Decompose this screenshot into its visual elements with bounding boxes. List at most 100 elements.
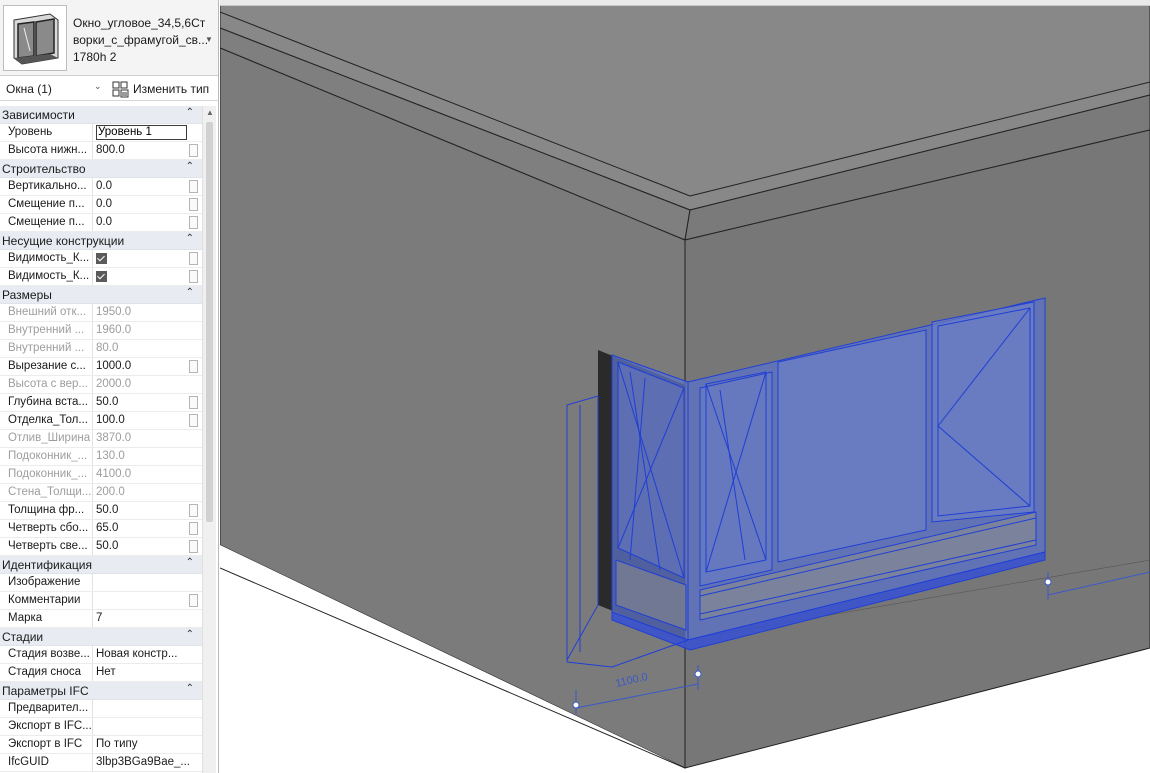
category-filter-dropdown[interactable]: Окна (1) [2, 79, 106, 99]
property-value-text: 80.0 [96, 342, 119, 354]
property-value[interactable]: Новая констр... [93, 646, 202, 663]
property-checkbox[interactable] [96, 271, 107, 282]
property-value[interactable]: 7 [93, 610, 202, 627]
associate-parameter-button[interactable] [189, 360, 198, 373]
property-value: 200.0 [93, 484, 202, 501]
property-row[interactable]: Четверть све... 50.0 [0, 538, 202, 556]
property-row[interactable]: Вертикально... 0.0 [0, 178, 202, 196]
type-dropdown-icon[interactable]: ▼ [205, 35, 213, 44]
property-value: 4100.0 [93, 466, 202, 483]
property-value[interactable]: 65.0 [93, 520, 202, 537]
property-value[interactable] [93, 718, 202, 735]
3d-viewport[interactable]: 1100.0 [220, 0, 1150, 773]
property-group-header[interactable]: Несущие конструкции ⌃ [0, 232, 202, 250]
property-row[interactable]: Внешний отк... 1950.0 [0, 304, 202, 322]
property-row[interactable]: Предварител... [0, 700, 202, 718]
property-row[interactable]: Комментарии [0, 592, 202, 610]
property-row[interactable]: Четверть сбо... 65.0 [0, 520, 202, 538]
property-value[interactable] [93, 250, 202, 267]
property-row[interactable]: Стадия возве... Новая констр... [0, 646, 202, 664]
scrollbar-thumb[interactable] [206, 122, 213, 522]
property-group-header[interactable]: Стадии ⌃ [0, 628, 202, 646]
property-row[interactable]: Высота нижн... 800.0 [0, 142, 202, 160]
property-row[interactable]: Видимость_К... [0, 250, 202, 268]
property-value-input[interactable] [96, 125, 187, 140]
collapse-chevron-icon[interactable]: ⌃ [186, 107, 194, 118]
associate-parameter-button[interactable] [189, 522, 198, 535]
property-row[interactable]: Отделка_Тол... 100.0 [0, 412, 202, 430]
associate-parameter-button[interactable] [189, 540, 198, 553]
property-row[interactable]: Вырезание с... 1000.0 [0, 358, 202, 376]
property-value: 80.0 [93, 340, 202, 357]
property-value[interactable]: 0.0 [93, 196, 202, 213]
property-group-header[interactable]: Зависимости ⌃ [0, 106, 202, 124]
associate-parameter-button[interactable] [189, 270, 198, 283]
property-row[interactable]: Подоконник_... 130.0 [0, 448, 202, 466]
property-value[interactable]: По типу [93, 736, 202, 753]
property-value[interactable]: 0.0 [93, 178, 202, 195]
property-checkbox[interactable] [96, 253, 107, 264]
property-row[interactable]: Глубина вста... 50.0 [0, 394, 202, 412]
property-group-header[interactable]: Строительство ⌃ [0, 160, 202, 178]
property-name: Внешний отк... [0, 304, 93, 321]
property-name: Подоконник_... [0, 466, 93, 483]
property-row[interactable]: Стена_Толщи... 200.0 [0, 484, 202, 502]
property-value[interactable]: 800.0 [93, 142, 202, 159]
property-value[interactable]: 50.0 [93, 502, 202, 519]
property-value[interactable] [93, 124, 202, 141]
property-row[interactable]: Изображение [0, 574, 202, 592]
collapse-chevron-icon[interactable]: ⌃ [186, 557, 194, 568]
associate-parameter-button[interactable] [189, 414, 198, 427]
property-value[interactable] [93, 268, 202, 285]
associate-parameter-button[interactable] [189, 504, 198, 517]
property-value[interactable]: 0.0 [93, 214, 202, 231]
associate-parameter-button[interactable] [189, 144, 198, 157]
property-value[interactable]: 3lbp3BGa9Bae_... [93, 754, 202, 771]
property-value[interactable]: 50.0 [93, 538, 202, 555]
property-row[interactable]: Толщина фр... 50.0 [0, 502, 202, 520]
property-group-header[interactable]: Идентификация ⌃ [0, 556, 202, 574]
property-row[interactable]: Уровень [0, 124, 202, 142]
property-value[interactable] [93, 592, 202, 609]
property-row[interactable]: Внутренний ... 80.0 [0, 340, 202, 358]
property-value[interactable] [93, 700, 202, 717]
type-selector[interactable]: Окно_угловое_34,5,6Ст ворки_с_фрамугой_с… [0, 0, 218, 76]
property-row[interactable]: Подоконник_... 4100.0 [0, 466, 202, 484]
property-value[interactable]: 100.0 [93, 412, 202, 429]
collapse-chevron-icon[interactable]: ⌃ [186, 161, 194, 172]
property-group-header[interactable]: Параметры IFC ⌃ [0, 682, 202, 700]
property-value[interactable]: 50.0 [93, 394, 202, 411]
property-row[interactable]: Экспорт в IFC По типу [0, 736, 202, 754]
scroll-up-icon[interactable]: ▲ [206, 108, 214, 117]
chevron-down-icon[interactable]: ⌄ [94, 81, 102, 92]
collapse-chevron-icon[interactable]: ⌃ [186, 233, 194, 244]
associate-parameter-button[interactable] [189, 216, 198, 229]
property-row[interactable]: IfcGUID 3lbp3BGa9Bae_... [0, 754, 202, 772]
property-row[interactable]: Видимость_К... [0, 268, 202, 286]
property-row[interactable]: Отлив_Ширина 3870.0 [0, 430, 202, 448]
collapse-chevron-icon[interactable]: ⌃ [186, 683, 194, 694]
property-value[interactable] [93, 574, 202, 591]
associate-parameter-button[interactable] [189, 198, 198, 211]
property-group-header[interactable]: Размеры ⌃ [0, 286, 202, 304]
property-row[interactable]: Марка 7 [0, 610, 202, 628]
property-value[interactable]: Нет [93, 664, 202, 681]
associate-parameter-button[interactable] [189, 594, 198, 607]
edit-type-button[interactable]: Изменить тип [110, 78, 216, 100]
property-row[interactable]: Смещение п... 0.0 [0, 196, 202, 214]
associate-parameter-button[interactable] [189, 180, 198, 193]
property-row[interactable]: Внутренний ... 1960.0 [0, 322, 202, 340]
collapse-chevron-icon[interactable]: ⌃ [186, 287, 194, 298]
collapse-chevron-icon[interactable]: ⌃ [186, 629, 194, 640]
property-row[interactable]: Высота с вер... 2000.0 [0, 376, 202, 394]
property-value: 1950.0 [93, 304, 202, 321]
property-row[interactable]: Смещение п... 0.0 [0, 214, 202, 232]
properties-scrollbar[interactable]: ▲ [202, 106, 216, 773]
view-tab-strip[interactable] [220, 0, 1150, 6]
property-value[interactable]: 1000.0 [93, 358, 202, 375]
property-name: Экспорт в IFC [0, 736, 93, 753]
associate-parameter-button[interactable] [189, 252, 198, 265]
associate-parameter-button[interactable] [189, 396, 198, 409]
property-row[interactable]: Стадия сноса Нет [0, 664, 202, 682]
property-row[interactable]: Экспорт в IFC... [0, 718, 202, 736]
